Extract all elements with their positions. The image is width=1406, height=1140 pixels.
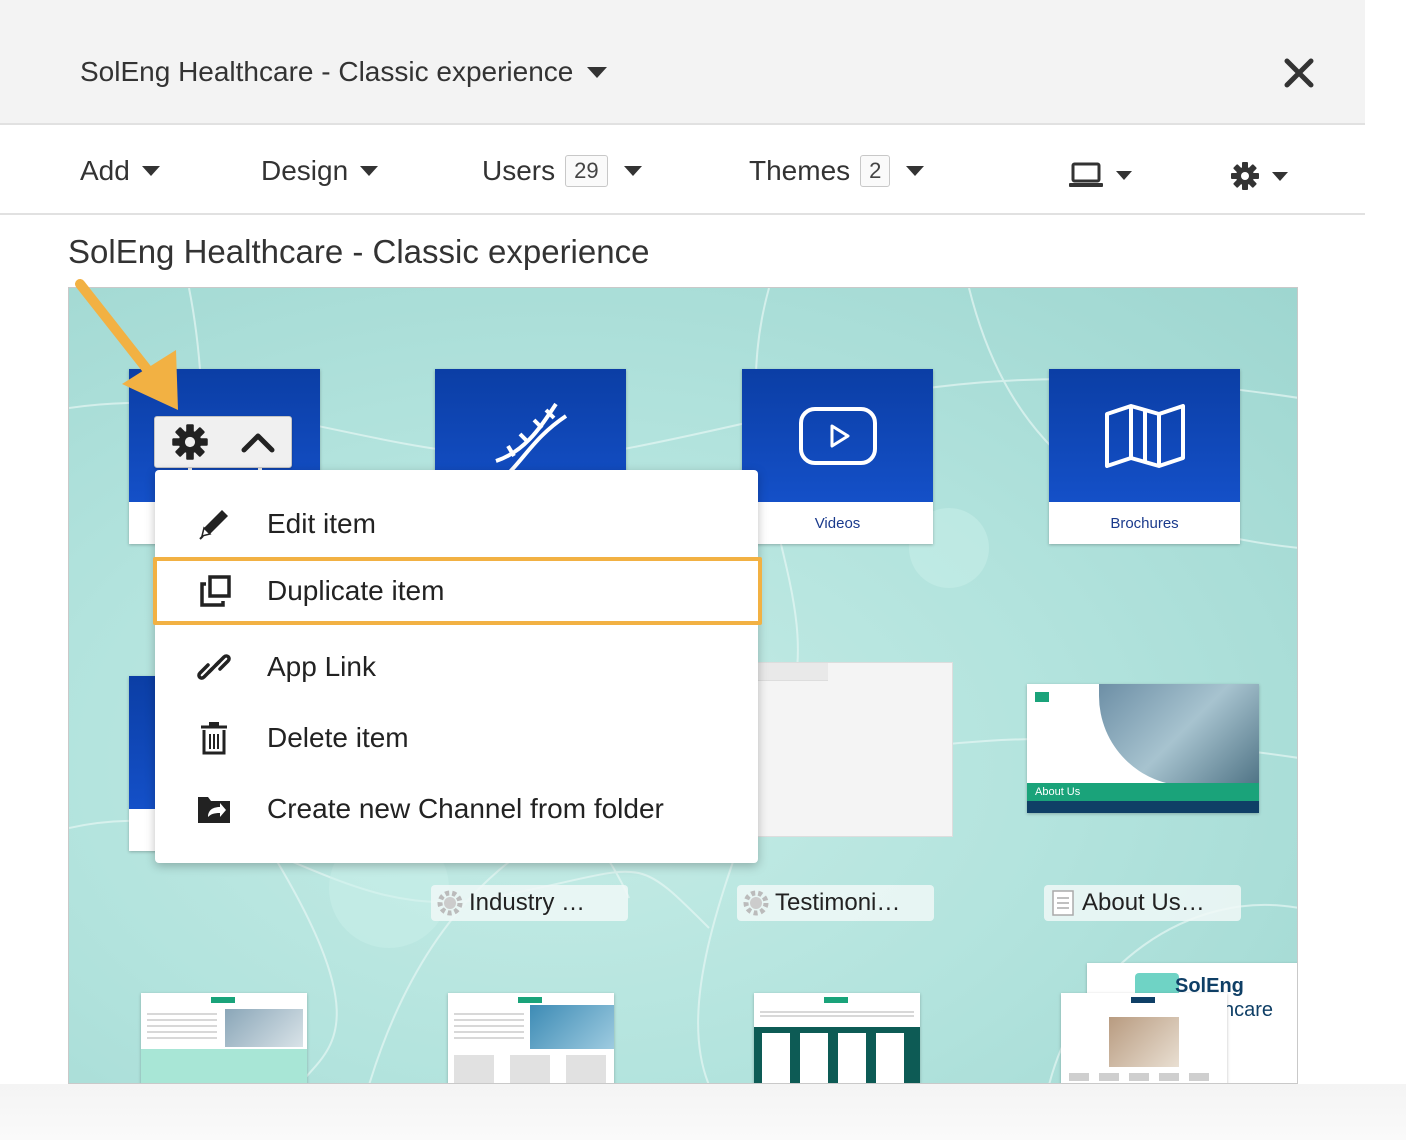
chevron-down-icon: [141, 166, 160, 176]
menu-item-label: Create new Channel from folder: [267, 793, 664, 824]
menu-item-delete[interactable]: Delete item: [155, 704, 758, 772]
pencil-icon: [199, 510, 228, 540]
chip-industry[interactable]: Industry …: [431, 885, 628, 921]
chip-label: About Us…: [1082, 889, 1205, 916]
page-thumbnail[interactable]: [1061, 993, 1227, 1083]
about-us-banner: About Us: [1027, 783, 1259, 801]
chip-label: Testimoni…: [775, 889, 901, 916]
document-icon: [1052, 890, 1074, 916]
users-menu-button[interactable]: Users 29: [482, 155, 642, 187]
chip-label: Industry …: [469, 889, 586, 916]
chevron-down-icon: [623, 166, 642, 176]
chevron-down-icon: [1116, 170, 1132, 180]
gear-icon: [743, 890, 769, 916]
menu-item-edit[interactable]: Edit item: [155, 490, 758, 558]
window-header: SolEng Healthcare - Classic experience: [0, 0, 1365, 125]
device-preview-button[interactable]: [1068, 161, 1132, 189]
gear-icon[interactable]: [171, 423, 209, 461]
laptop-icon: [1069, 162, 1103, 187]
add-label: Add: [80, 155, 130, 186]
menu-item-app-link[interactable]: App Link: [155, 633, 758, 701]
menu-item-label: App Link: [267, 651, 376, 682]
design-menu-button[interactable]: Design: [261, 155, 379, 187]
experience-dropdown[interactable]: SolEng Healthcare - Classic experience: [80, 56, 608, 88]
menu-item-label: Delete item: [267, 722, 409, 753]
chip-testimonials[interactable]: Testimoni…: [737, 885, 934, 921]
logo-text: ncare: [1223, 999, 1274, 1021]
arrow-pointer-icon: [75, 279, 178, 410]
tile-label: Brochures: [1110, 514, 1179, 532]
page-thumbnail[interactable]: [754, 993, 920, 1083]
menu-item-duplicate[interactable]: Duplicate item: [153, 557, 762, 625]
gear-icon: [437, 890, 463, 916]
folder-share-icon: [198, 797, 230, 823]
gear-icon: [1231, 162, 1259, 190]
link-icon: [197, 654, 231, 680]
map-icon: [1104, 403, 1185, 468]
themes-menu-button[interactable]: Themes 2: [749, 155, 925, 187]
item-context-menu: Edit item Duplicate item App Link Delete…: [153, 470, 762, 863]
about-us-thumbnail[interactable]: About Us: [1027, 684, 1259, 813]
add-menu-button[interactable]: Add: [80, 155, 160, 187]
chevron-down-icon: [587, 66, 608, 78]
experience-title: SolEng Healthcare - Classic experience: [80, 56, 574, 87]
bottom-shadow: [0, 1084, 1406, 1140]
close-icon[interactable]: [1278, 52, 1320, 94]
page-thumbnail[interactable]: [141, 993, 307, 1083]
play-icon: [798, 406, 877, 465]
menu-item-label: Duplicate item: [267, 575, 445, 606]
menu-item-create-channel[interactable]: Create new Channel from folder: [155, 775, 758, 843]
chevron-up-icon[interactable]: [240, 430, 276, 454]
themes-count-badge: 2: [860, 155, 891, 187]
design-label: Design: [261, 155, 349, 186]
users-count-badge: 29: [565, 155, 608, 187]
duplicate-icon: [200, 575, 231, 607]
themes-label: Themes: [749, 155, 851, 186]
trash-icon: [201, 722, 227, 755]
menu-item-label: Edit item: [267, 508, 376, 539]
tile-videos[interactable]: Videos: [742, 369, 933, 544]
chevron-down-icon: [906, 166, 925, 176]
page-title: SolEng Healthcare - Classic experience: [68, 233, 650, 270]
settings-menu-button[interactable]: [1230, 161, 1288, 191]
chevron-down-icon: [1272, 171, 1288, 181]
tile-brochures[interactable]: Brochures: [1049, 369, 1240, 544]
users-label: Users: [482, 155, 556, 186]
chip-about-us[interactable]: About Us…: [1044, 885, 1241, 921]
tile-label: Videos: [814, 514, 861, 532]
tile-item-controls[interactable]: [154, 416, 292, 468]
toolbar: Add Design Users 29 Themes 2: [0, 127, 1365, 215]
chevron-down-icon: [360, 166, 379, 176]
dna-icon: [494, 402, 567, 476]
folder-thumbnail[interactable]: [757, 662, 953, 837]
page-thumbnail[interactable]: [448, 993, 614, 1083]
